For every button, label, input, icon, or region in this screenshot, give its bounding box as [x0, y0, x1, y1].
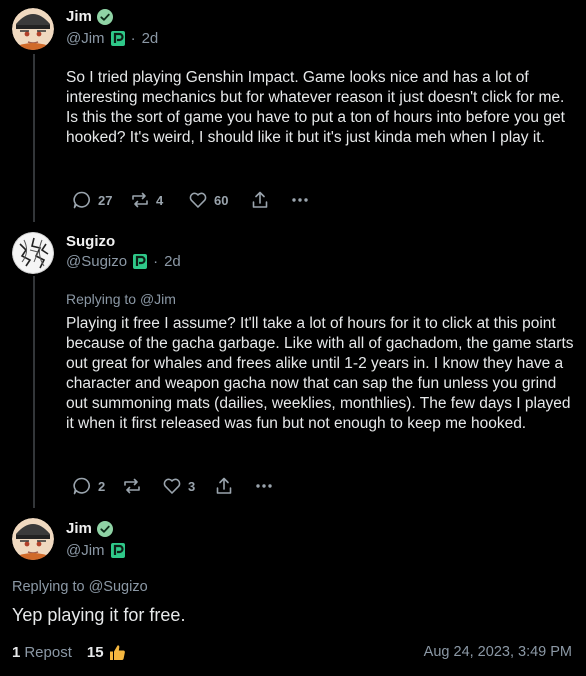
post-stats: 1 Repost 15 [12, 643, 127, 662]
author-handle-row: @Jim [66, 542, 125, 559]
post-body: Yep playing it for free. [12, 605, 186, 625]
thumbs-up-icon [108, 643, 127, 662]
premium-badge-icon [110, 543, 125, 558]
repost-count[interactable]: 1 [12, 644, 20, 661]
like-count[interactable]: 15 [87, 644, 104, 661]
verified-icon [96, 520, 113, 537]
author-name-text[interactable]: Jim [66, 520, 92, 537]
replying-to-label: Replying to [12, 579, 85, 595]
avatar-jim[interactable] [12, 518, 54, 560]
post-jim-focused: Jim @Jim Replying to @Sugizo Yep playing… [0, 0, 586, 676]
author-name[interactable]: Jim [66, 520, 113, 537]
post-timestamp[interactable]: Aug 24, 2023, 3:49 PM [424, 644, 572, 660]
repost-label[interactable]: Repost [24, 644, 72, 661]
author-handle[interactable]: @Jim [66, 542, 105, 559]
replying-to: Replying to @Sugizo [12, 579, 148, 595]
replying-to-mention[interactable]: @Sugizo [89, 579, 148, 595]
